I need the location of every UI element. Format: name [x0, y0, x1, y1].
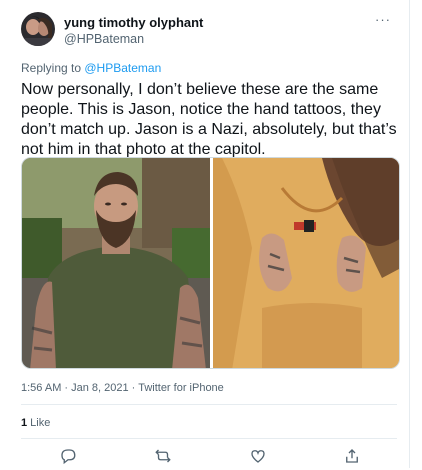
like-icon[interactable] [249, 447, 269, 467]
divider-bottom [21, 438, 397, 439]
share-icon[interactable] [343, 447, 363, 467]
replying-to-prefix: Replying to [21, 61, 85, 75]
like-count[interactable]: 1 Like [21, 417, 50, 429]
avatar-image [21, 12, 55, 46]
retweet-icon[interactable] [154, 447, 174, 467]
replying-to-mention[interactable]: @HPBateman [84, 61, 161, 75]
right-photo[interactable] [213, 158, 400, 369]
replying-to: Replying to @HPBateman [21, 61, 161, 75]
tweet-timestamp[interactable]: 1:56 AM · Jan 8, 2021 · Twitter for iPho… [21, 382, 224, 394]
author-handle[interactable]: @HPBateman [64, 32, 144, 46]
divider-top [21, 404, 397, 405]
like-count-label: Like [27, 417, 51, 429]
left-photo[interactable] [22, 158, 210, 369]
author-name[interactable]: yung timothy olyphant [64, 15, 203, 30]
avatar[interactable] [21, 12, 55, 46]
reply-icon[interactable] [59, 447, 79, 467]
tweet-card: yung timothy olyphant @HPBateman ··· Rep… [0, 0, 410, 468]
more-options-icon[interactable]: ··· [375, 12, 391, 27]
media-images [22, 158, 400, 369]
tweet-media[interactable] [21, 157, 400, 369]
tweet-text: Now personally, I don’t believe these ar… [21, 81, 397, 158]
action-bar [21, 447, 397, 467]
tweet-header: yung timothy olyphant @HPBateman ··· [21, 12, 393, 48]
